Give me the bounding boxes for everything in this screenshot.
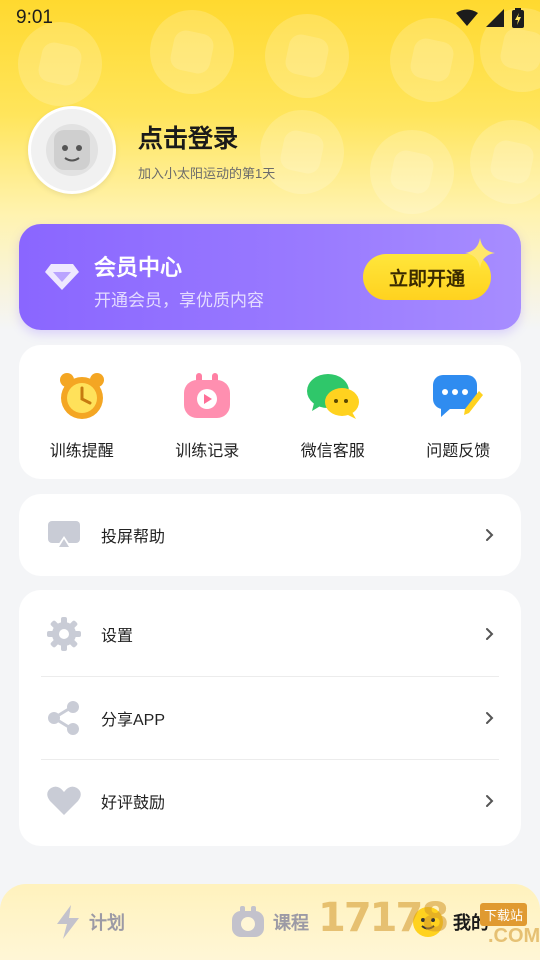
quick-action-label: 问题反馈 xyxy=(426,443,491,460)
share-icon xyxy=(48,701,79,735)
menu-item-label: 分享APP xyxy=(101,712,166,729)
menu-item-label: 好评鼓励 xyxy=(101,795,166,812)
menu-item-share[interactable]: 分享APP xyxy=(19,677,521,759)
quick-action-label: 训练记录 xyxy=(175,443,240,460)
tab-label: 我的 xyxy=(453,913,489,933)
bottom-tab-bar: 计划 课程 我的 xyxy=(0,884,540,960)
quick-action-reminder[interactable]: 训练提醒 xyxy=(19,345,145,479)
tab-course[interactable]: 课程 xyxy=(180,884,360,960)
chevron-right-icon xyxy=(486,628,494,640)
screen-cast-icon xyxy=(48,521,80,548)
chevron-right-icon xyxy=(486,795,494,807)
quick-action-record[interactable]: 训练记录 xyxy=(145,345,271,479)
chat-edit-icon xyxy=(433,375,484,417)
quick-action-wechat[interactable]: 微信客服 xyxy=(270,345,396,479)
profile-header[interactable]: 点击登录 加入小太阳运动的第1天 xyxy=(28,106,275,194)
status-bar: 9:01 xyxy=(0,0,540,36)
status-time: 9:01 xyxy=(16,7,53,28)
login-subtitle: 加入小太阳运动的第1天 xyxy=(138,165,276,181)
quick-action-label: 微信客服 xyxy=(300,443,365,460)
quick-action-label: 训练提醒 xyxy=(49,443,114,460)
login-title[interactable]: 点击登录 xyxy=(138,119,275,155)
vip-title: 会员中心 xyxy=(94,255,183,280)
menu-item-label: 投屏帮助 xyxy=(101,529,166,546)
menu-item-cast-help[interactable]: 投屏帮助 xyxy=(19,494,521,576)
quick-action-feedback[interactable]: 问题反馈 xyxy=(396,345,522,479)
alarm-clock-icon xyxy=(59,373,104,419)
chevron-right-icon xyxy=(486,712,494,724)
cast-help-card: 投屏帮助 xyxy=(19,494,521,576)
lightning-icon xyxy=(57,905,79,939)
tv-play-icon xyxy=(184,373,231,418)
menu-item-rate[interactable]: 好评鼓励 xyxy=(19,760,521,842)
gear-icon xyxy=(47,617,81,651)
battery-icon xyxy=(512,8,524,28)
tv-play-icon xyxy=(232,906,264,937)
wifi-icon xyxy=(456,9,478,26)
tab-mine[interactable]: 我的 xyxy=(360,884,540,960)
avatar[interactable] xyxy=(28,106,116,194)
tab-label: 计划 xyxy=(89,913,125,933)
sparkle-icon xyxy=(465,238,495,268)
heart-icon xyxy=(47,786,81,815)
mascot-avatar-icon xyxy=(46,124,98,176)
vip-subtitle: 开通会员，享优质内容 xyxy=(94,291,264,310)
vip-card[interactable]: 会员中心 开通会员，享优质内容 立即开通 xyxy=(19,224,521,330)
wechat-icon xyxy=(306,374,359,419)
tab-plan[interactable]: 计划 xyxy=(0,884,180,960)
menu-item-label: 设置 xyxy=(101,628,134,645)
quick-actions-card: 训练提醒 训练记录 微信客服 问题反馈 xyxy=(19,345,521,479)
menu-item-settings[interactable]: 设置 xyxy=(19,593,521,675)
settings-card: 设置 分享APP 好评鼓励 xyxy=(19,590,521,846)
chevron-right-icon xyxy=(486,529,494,541)
diamond-icon xyxy=(45,264,79,290)
face-icon xyxy=(413,907,443,937)
signal-icon xyxy=(486,9,504,27)
tab-label: 课程 xyxy=(273,913,309,933)
